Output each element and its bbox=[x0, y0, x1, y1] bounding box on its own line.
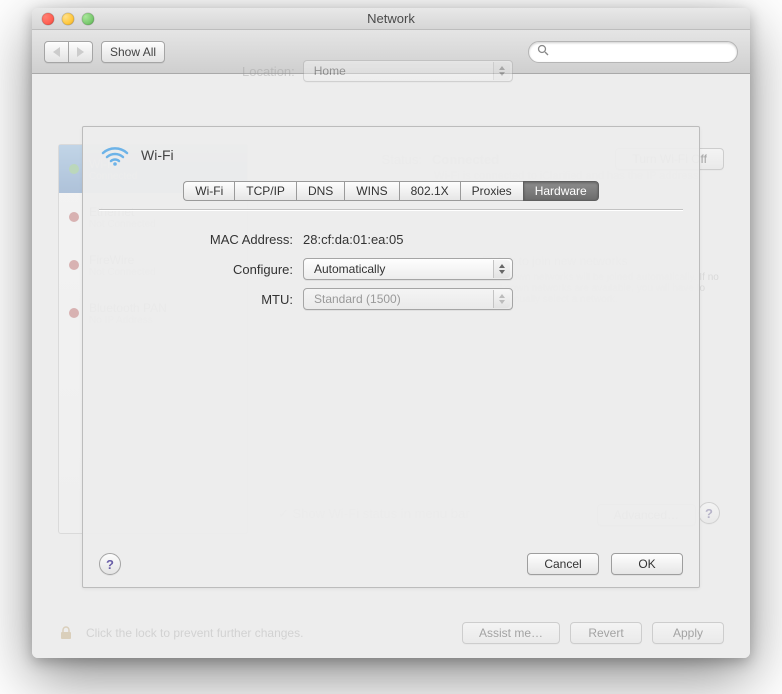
tab-hardware[interactable]: Hardware bbox=[523, 181, 599, 201]
lock-icon bbox=[58, 625, 74, 641]
toolbar: Show All bbox=[32, 30, 750, 74]
configure-label: Configure: bbox=[103, 262, 293, 277]
mac-address-value: 28:cf:da:01:ea:05 bbox=[303, 232, 403, 247]
sheet-interface-name: Wi-Fi bbox=[141, 147, 174, 163]
mac-address-label: MAC Address: bbox=[103, 232, 293, 247]
mtu-label: MTU: bbox=[103, 292, 293, 307]
tab-tcpip[interactable]: TCP/IP bbox=[234, 181, 296, 201]
window-title: Network bbox=[32, 11, 750, 26]
configure-select[interactable]: Automatically bbox=[303, 258, 513, 280]
tab-bar: Wi-Fi TCP/IP DNS WINS 802.1X Proxies Har… bbox=[183, 181, 598, 201]
stepper-arrows-icon bbox=[493, 260, 510, 278]
cancel-button[interactable]: Cancel bbox=[527, 553, 599, 575]
tab-wifi[interactable]: Wi-Fi bbox=[183, 181, 234, 201]
forward-button[interactable] bbox=[69, 41, 93, 63]
tab-wins[interactable]: WINS bbox=[344, 181, 398, 201]
wifi-icon bbox=[99, 139, 131, 171]
mtu-value: Standard (1500) bbox=[314, 292, 401, 306]
search-input[interactable] bbox=[555, 45, 729, 59]
configure-value: Automatically bbox=[314, 262, 385, 276]
ok-button[interactable]: OK bbox=[611, 553, 683, 575]
back-button[interactable] bbox=[44, 41, 69, 63]
help-button[interactable]: ? bbox=[99, 553, 121, 575]
advanced-sheet: Wi-Fi Wi-Fi TCP/IP DNS WINS 802.1X Proxi… bbox=[82, 126, 700, 588]
tab-proxies[interactable]: Proxies bbox=[460, 181, 523, 201]
network-prefs-window: Network Show All Location: Home Wi-FiCon… bbox=[32, 8, 750, 658]
titlebar: Network bbox=[32, 8, 750, 30]
search-icon bbox=[537, 44, 549, 59]
stepper-arrows-icon bbox=[493, 290, 510, 308]
hardware-tab-content: MAC Address: 28:cf:da:01:ea:05 Configure… bbox=[83, 210, 699, 328]
tab-8021x[interactable]: 802.1X bbox=[399, 181, 460, 201]
tab-dns[interactable]: DNS bbox=[296, 181, 344, 201]
mtu-select: Standard (1500) bbox=[303, 288, 513, 310]
show-all-button[interactable]: Show All bbox=[101, 41, 165, 63]
search-field[interactable] bbox=[528, 41, 738, 63]
